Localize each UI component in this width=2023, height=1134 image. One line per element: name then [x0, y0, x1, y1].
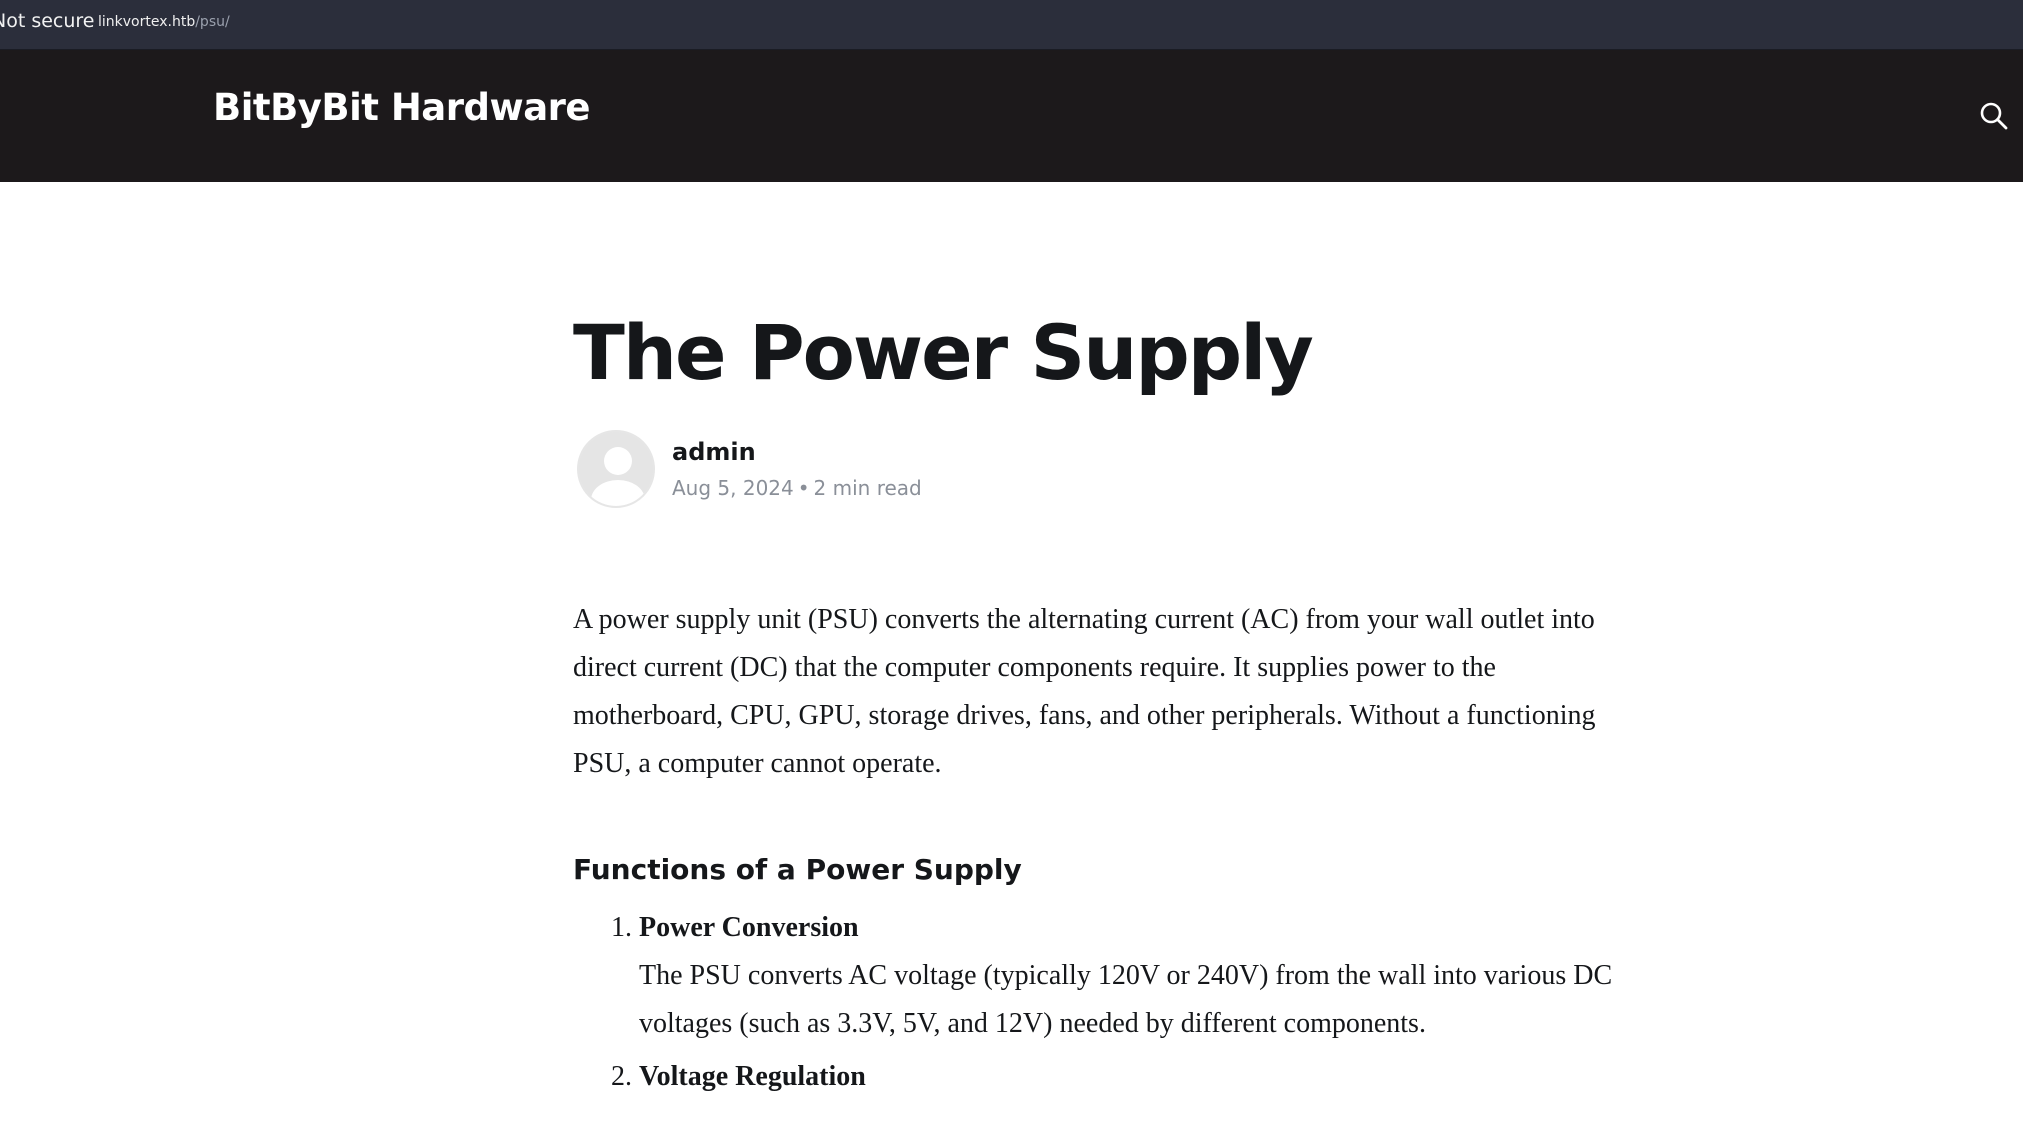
url-text[interactable]: linkvortex.htb/psu/: [98, 14, 230, 30]
post-content: A power supply unit (PSU) converts the a…: [573, 596, 1633, 1106]
security-status-label[interactable]: Not secure: [0, 10, 95, 32]
list-item: Power Conversion The PSU converts AC vol…: [639, 904, 1633, 1048]
url-path: /psu/: [195, 14, 230, 30]
reading-time: 2 min read: [813, 476, 922, 500]
post-title: The Power Supply: [573, 308, 1314, 397]
author-avatar[interactable]: [577, 430, 655, 508]
search-button[interactable]: [1978, 100, 2010, 132]
search-icon: [1980, 102, 2008, 130]
author-name-link[interactable]: admin: [672, 438, 756, 466]
site-title-link[interactable]: BitByBit Hardware: [213, 86, 591, 129]
list-item: Voltage Regulation: [639, 1053, 1633, 1101]
meta-separator: •: [797, 476, 810, 500]
list-item-title: Power Conversion: [639, 912, 859, 943]
browser-address-bar[interactable]: Not secure linkvortex.htb/psu/: [0, 0, 2023, 50]
user-avatar-icon: [579, 432, 653, 506]
intro-paragraph: A power supply unit (PSU) converts the a…: [573, 604, 1596, 779]
url-host: linkvortex.htb: [98, 14, 196, 30]
list-item-text: The PSU converts AC voltage (typically 1…: [639, 960, 1613, 1039]
post-meta: Aug 5, 2024 • 2 min read: [672, 476, 922, 500]
post-date: Aug 5, 2024: [672, 476, 794, 500]
site-header: BitByBit Hardware: [0, 50, 2023, 182]
byline: admin Aug 5, 2024 • 2 min read: [573, 430, 1173, 510]
section-heading: Functions of a Power Supply: [573, 853, 1022, 886]
functions-list: Power Conversion The PSU converts AC vol…: [573, 904, 1633, 1101]
list-item-title: Voltage Regulation: [639, 1061, 866, 1092]
